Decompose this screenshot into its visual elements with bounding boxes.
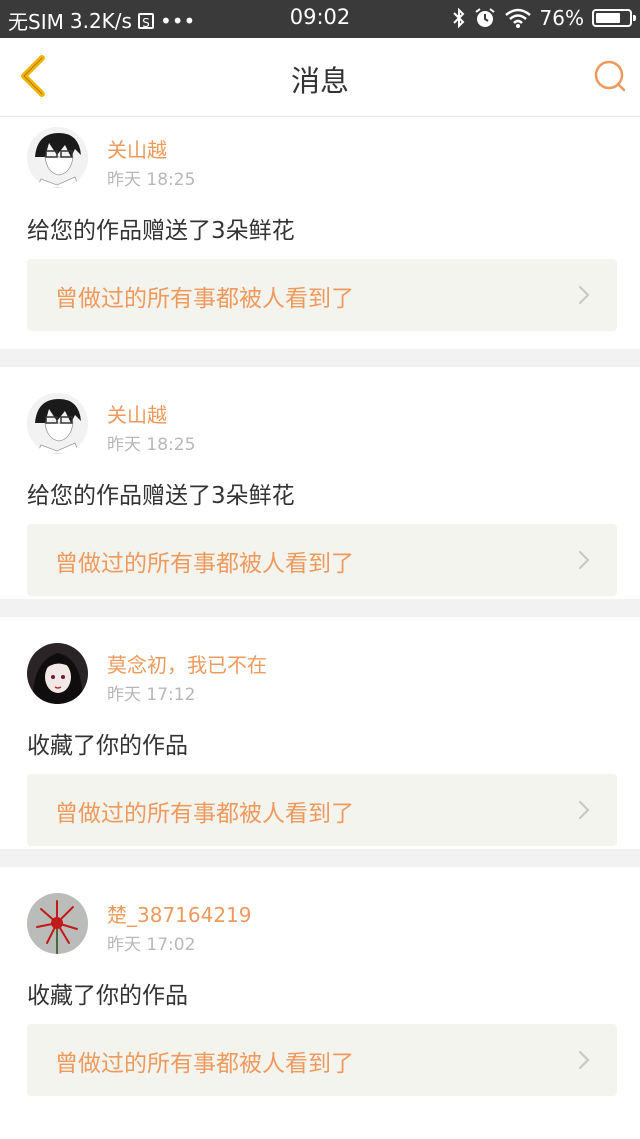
nav-bar: 消息 bbox=[0, 38, 640, 117]
page-title: 消息 bbox=[290, 64, 349, 98]
avatar[interactable] bbox=[27, 127, 88, 188]
timestamp: 昨天 18:25 bbox=[107, 170, 196, 190]
username[interactable]: 莫念初，我已不在 bbox=[107, 649, 267, 678]
username[interactable]: 关山越 bbox=[107, 399, 167, 428]
avatar[interactable] bbox=[27, 643, 88, 704]
action-text: 收藏了你的作品 bbox=[27, 733, 188, 759]
divider bbox=[0, 849, 640, 867]
username[interactable]: 楚_387164219 bbox=[107, 899, 252, 928]
action-text: 收藏了你的作品 bbox=[27, 983, 188, 1009]
work-link[interactable]: 曾做过的所有事都被人看到了 bbox=[27, 259, 617, 331]
timestamp: 昨天 18:25 bbox=[107, 435, 196, 455]
work-title: 曾做过的所有事都被人看到了 bbox=[55, 1051, 354, 1077]
work-link[interactable]: 曾做过的所有事都被人看到了 bbox=[27, 524, 617, 596]
chevron-right-icon bbox=[578, 1050, 590, 1070]
divider bbox=[0, 349, 640, 367]
battery-level bbox=[596, 13, 621, 23]
chevron-right-icon bbox=[578, 550, 590, 570]
notification-list: 关山越 昨天 18:25 给您的作品赠送了3朵鲜花 曾做过的所有事都被人看到了 … bbox=[0, 117, 640, 1099]
battery-percent: 76% bbox=[539, 6, 584, 30]
bluetooth-icon bbox=[452, 7, 464, 29]
work-title: 曾做过的所有事都被人看到了 bbox=[55, 286, 354, 312]
work-title: 曾做过的所有事都被人看到了 bbox=[55, 551, 354, 577]
timestamp: 昨天 17:12 bbox=[107, 685, 196, 705]
chevron-right-icon bbox=[578, 800, 590, 820]
chevron-right-icon bbox=[578, 285, 590, 305]
action-text: 给您的作品赠送了3朵鲜花 bbox=[27, 483, 295, 509]
status-right: 76% bbox=[452, 6, 636, 30]
status-bar: 无SIM 3.2K/s S ••• 09:02 76% bbox=[0, 0, 640, 38]
action-text: 给您的作品赠送了3朵鲜花 bbox=[27, 218, 295, 244]
divider bbox=[0, 599, 640, 617]
battery-icon bbox=[592, 9, 636, 27]
notification-item: 楚_387164219 昨天 17:02 收藏了你的作品 曾做过的所有事都被人看… bbox=[0, 867, 640, 1099]
work-link[interactable]: 曾做过的所有事都被人看到了 bbox=[27, 1024, 617, 1096]
notification-item: 关山越 昨天 18:25 给您的作品赠送了3朵鲜花 曾做过的所有事都被人看到了 bbox=[0, 117, 640, 349]
timestamp: 昨天 17:02 bbox=[107, 935, 196, 955]
work-link[interactable]: 曾做过的所有事都被人看到了 bbox=[27, 774, 617, 846]
wifi-icon bbox=[504, 8, 531, 28]
username[interactable]: 关山越 bbox=[107, 134, 167, 163]
notification-item: 关山越 昨天 18:25 给您的作品赠送了3朵鲜花 曾做过的所有事都被人看到了 bbox=[0, 367, 640, 599]
alarm-icon bbox=[474, 8, 495, 27]
avatar[interactable] bbox=[27, 393, 88, 454]
avatar[interactable] bbox=[27, 893, 88, 954]
work-title: 曾做过的所有事都被人看到了 bbox=[55, 801, 354, 827]
notification-item: 莫念初，我已不在 昨天 17:12 收藏了你的作品 曾做过的所有事都被人看到了 bbox=[0, 617, 640, 849]
search-icon[interactable] bbox=[592, 58, 628, 94]
